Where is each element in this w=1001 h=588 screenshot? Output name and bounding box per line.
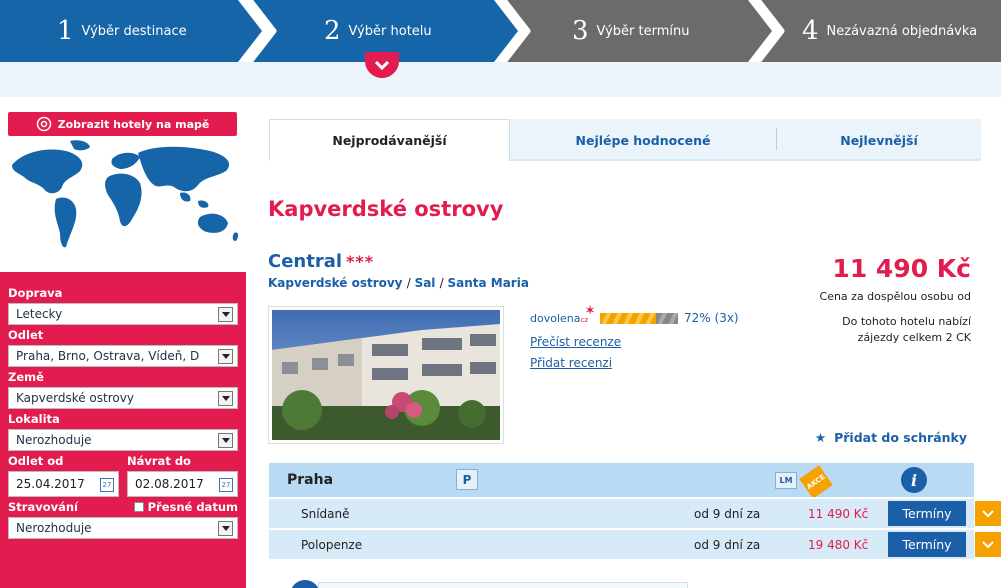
country-value: Kapverdské ostrovy	[16, 391, 134, 405]
dropdown-arrow-icon[interactable]	[218, 307, 233, 322]
map-panel: Zobrazit hotely na mapě	[0, 97, 246, 270]
board-select[interactable]: Nerozhoduje	[8, 517, 238, 539]
step-label: Výběr hotelu	[348, 23, 432, 39]
star-icon: ★	[814, 430, 827, 445]
add-to-clipboard-link[interactable]: ★ Přidat do schránky	[815, 430, 967, 445]
map-pin-icon	[36, 116, 51, 132]
last-minute-icon: LM	[775, 472, 797, 489]
promo-badge-icon: AKCE	[799, 465, 833, 499]
steps-band	[0, 62, 1001, 97]
more-offers-bar[interactable]	[318, 582, 688, 588]
price-note: Cena za dospělou osobu od	[819, 290, 971, 303]
country-select[interactable]: Kapverdské ostrovy	[8, 387, 238, 409]
table-row: Snídaně od 9 dní za 11 490 Kč Termíny	[269, 497, 1001, 528]
chevron-down-icon[interactable]	[975, 501, 1001, 526]
duration-text: od 9 dní za	[694, 507, 761, 521]
step-term[interactable]: 3 Výběr termínu	[506, 0, 772, 62]
hotel-rating: dovolenacz ✶ 72% (3x)	[530, 302, 739, 326]
return-to-value: 02.08.2017	[135, 477, 204, 491]
depart-from-value: 25.04.2017	[16, 477, 85, 491]
dropdown-arrow-icon[interactable]	[218, 349, 233, 364]
step-order[interactable]: 4 Nezávazná objednávka	[760, 0, 1001, 62]
step-number: 1	[57, 16, 74, 46]
search-filters: Doprava Letecky Odlet Praha, Brno, Ostra…	[0, 272, 246, 588]
board-label: Stravování	[8, 500, 78, 514]
exact-date-checkbox[interactable]	[133, 502, 144, 512]
destination-title: Kapverdské ostrovy	[268, 197, 504, 221]
hotel-name-link[interactable]: Central ***	[268, 251, 374, 272]
tab-cheapest[interactable]: Nejlevnější	[777, 119, 981, 161]
row-price: 11 490 Kč	[808, 507, 869, 521]
step-label: Výběr termínu	[596, 23, 690, 39]
world-map-image[interactable]	[4, 137, 244, 257]
row-price: 19 480 Kč	[808, 538, 869, 552]
dropdown-arrow-icon[interactable]	[218, 391, 233, 406]
show-on-map-button[interactable]: Zobrazit hotely na mapě	[8, 112, 237, 136]
departure-label: Odlet	[8, 328, 44, 342]
rating-text: 72% (3x)	[684, 311, 739, 325]
country-label: Země	[8, 370, 44, 384]
locality-select[interactable]: Nerozhoduje	[8, 429, 238, 451]
board-type: Snídaně	[301, 507, 350, 521]
step-label: Nezávazná objednávka	[826, 23, 978, 39]
step-number: 3	[572, 16, 589, 46]
hotel-location: Kapverdské ostrovy / Sal / Santa Maria	[268, 276, 529, 290]
transport-select[interactable]: Letecky	[8, 303, 238, 325]
add-to-clipboard-label: Přidat do schránky	[834, 430, 967, 445]
calendar-icon[interactable]: 27	[100, 478, 114, 492]
location-country-link[interactable]: Kapverdské ostrovy	[268, 276, 403, 290]
location-island-link[interactable]: Sal	[415, 276, 436, 290]
step-destination[interactable]: 1 Výběr destinace	[0, 0, 262, 62]
hotel-photo[interactable]	[268, 306, 504, 444]
locality-value: Nerozhoduje	[16, 433, 92, 447]
exact-date-checkbox-wrap[interactable]: Přesné datum	[127, 501, 238, 514]
tab-bestselling[interactable]: Nejprodávanější	[269, 119, 510, 161]
departure-select[interactable]: Praha, Brno, Ostrava, Vídeň, D	[8, 345, 238, 367]
terms-button[interactable]: Termíny	[888, 532, 966, 557]
info-icon[interactable]: i	[901, 467, 927, 493]
hotel-stars: ***	[346, 252, 375, 271]
depart-from-label: Odlet od	[8, 454, 64, 468]
exact-date-label: Přesné datum	[147, 500, 238, 514]
chevron-down-icon[interactable]	[975, 532, 1001, 557]
step-number: 4	[802, 16, 819, 46]
return-to-date-input[interactable]: 02.08.2017 27	[127, 471, 238, 497]
transport-label: Doprava	[8, 286, 63, 300]
duration-text: od 9 dní za	[694, 538, 761, 552]
transport-value: Letecky	[16, 307, 63, 321]
sort-tabs: Nejprodávanější Nejlépe hodnocené Nejlev…	[269, 119, 981, 161]
add-review-link[interactable]: Přidat recenzi	[530, 356, 612, 370]
more-offers-icon[interactable]	[290, 580, 320, 588]
booking-steps: 1 Výběr destinace 2 Výběr hotelu 3 Výběr…	[0, 0, 1001, 62]
rating-bar	[600, 312, 679, 324]
depart-from-date-input[interactable]: 25.04.2017 27	[8, 471, 119, 497]
offer-table-header: Praha P LM AKCE i	[269, 463, 974, 499]
step-label: Výběr destinace	[81, 23, 187, 39]
step-number: 2	[324, 16, 341, 46]
read-reviews-link[interactable]: Přečíst recenze	[530, 335, 621, 349]
terms-button[interactable]: Termíny	[888, 501, 966, 526]
dropdown-arrow-icon[interactable]	[218, 433, 233, 448]
rating-brand-logo: dovolenacz ✶	[530, 302, 597, 325]
show-on-map-label: Zobrazit hotely na mapě	[57, 117, 210, 131]
location-town-link[interactable]: Santa Maria	[447, 276, 528, 290]
board-type: Polopenze	[301, 538, 363, 552]
parking-icon: P	[456, 469, 478, 490]
return-to-label: Návrat do	[127, 454, 191, 468]
tab-best-rated[interactable]: Nejlépe hodnocené	[510, 119, 776, 161]
hotel-name[interactable]: Central	[268, 251, 342, 272]
dropdown-arrow-icon[interactable]	[218, 521, 233, 536]
departure-value: Praha, Brno, Ostrava, Vídeň, D	[16, 349, 200, 363]
locality-label: Lokalita	[8, 412, 60, 426]
calendar-icon[interactable]: 27	[219, 478, 233, 492]
offer-table: Praha P LM AKCE i Snídaně od 9 dní za 11…	[269, 463, 1001, 559]
agencies-note: Do tohoto hotelu nabízí zájezdy celkem 2…	[842, 315, 971, 344]
hotel-price: 11 490 Kč	[832, 254, 971, 283]
departure-city: Praha	[287, 472, 334, 488]
table-row: Polopenze od 9 dní za 19 480 Kč Termíny	[269, 528, 1001, 559]
board-value: Nerozhoduje	[16, 521, 92, 535]
